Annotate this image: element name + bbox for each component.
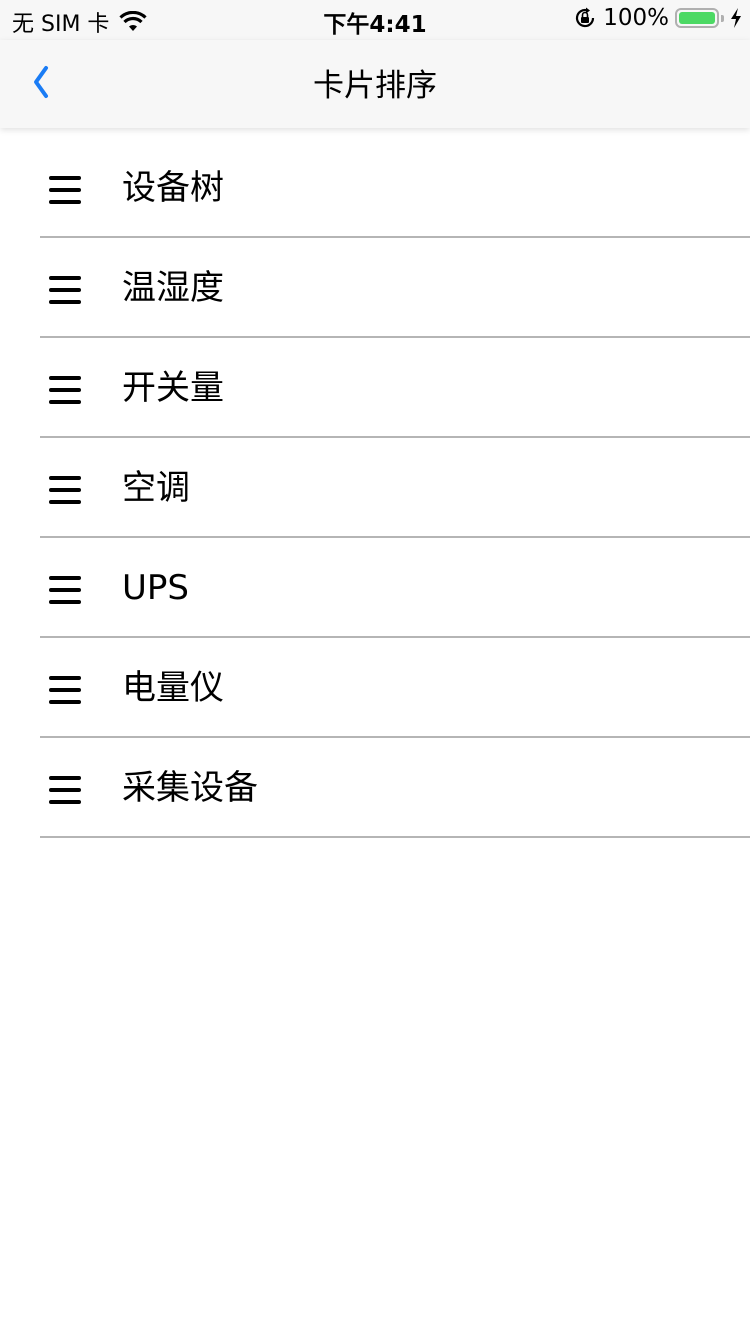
card-sort-list: 设备树 温湿度 开关量 空调 UPS 电量仪 采集设备 [0, 138, 750, 838]
status-bar: 无 SIM 卡 下午4:41 100% [0, 0, 750, 40]
list-item-label: 空调 [122, 468, 190, 508]
drag-handle-icon[interactable] [49, 576, 81, 604]
charging-bolt-icon [731, 8, 741, 28]
status-right: 100% [573, 5, 742, 31]
orientation-lock-icon [576, 7, 595, 28]
list-item[interactable]: 空调 [0, 438, 750, 538]
drag-handle-icon[interactable] [49, 676, 81, 704]
list-item[interactable]: 设备树 [0, 138, 750, 238]
battery-percent: 100% [603, 5, 669, 31]
drag-handle-icon[interactable] [49, 176, 81, 204]
list-item-label: 设备树 [122, 168, 224, 208]
list-item[interactable]: 采集设备 [0, 738, 750, 838]
list-item-label: UPS [122, 568, 189, 608]
drag-handle-icon[interactable] [49, 476, 81, 504]
list-item-label: 温湿度 [122, 268, 224, 308]
list-item-label: 采集设备 [122, 768, 258, 808]
battery-icon [675, 8, 719, 28]
list-item[interactable]: 开关量 [0, 338, 750, 438]
list-item-label: 电量仪 [122, 668, 224, 708]
page-title: 卡片排序 [313, 68, 437, 104]
list-item-label: 开关量 [122, 368, 224, 408]
drag-handle-icon[interactable] [49, 776, 81, 804]
list-item[interactable]: 温湿度 [0, 238, 750, 338]
drag-handle-icon[interactable] [49, 276, 81, 304]
drag-handle-icon[interactable] [49, 376, 81, 404]
list-item[interactable]: 电量仪 [0, 638, 750, 738]
battery-fill [679, 12, 715, 24]
navigation-bar: 卡片排序 [0, 40, 750, 128]
battery-tip [721, 14, 724, 22]
list-item[interactable]: UPS [0, 538, 750, 638]
